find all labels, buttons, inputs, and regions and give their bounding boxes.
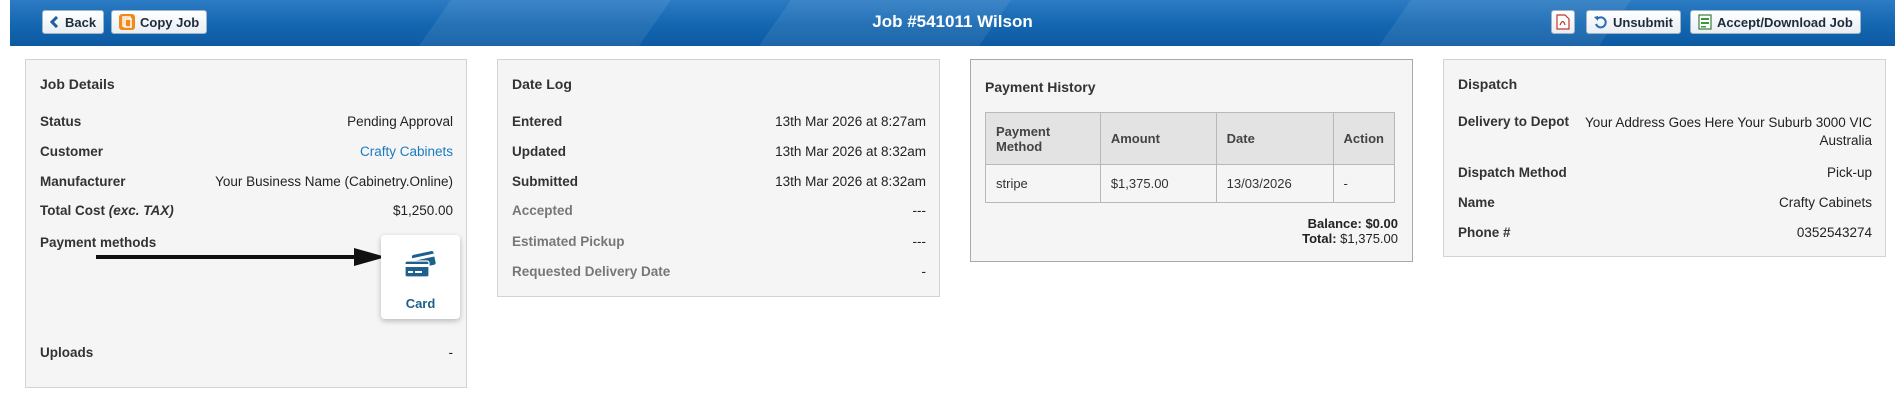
uploads-value: - (448, 345, 454, 360)
total-cost-tax-note: (exc. TAX) (108, 203, 174, 218)
entered-value: 13th Mar 2026 at 8:27am (775, 114, 926, 129)
table-header-row: Payment Method Amount Date Action (985, 112, 1396, 165)
card-label: Card (405, 296, 436, 311)
chevron-left-icon (50, 16, 60, 28)
entered-row: Entered 13th Mar 2026 at 8:27am (512, 114, 926, 132)
customer-row: Customer Crafty Cabinets (40, 144, 453, 162)
dispatch-panel: Dispatch Delivery to Depot Your Address … (1443, 59, 1886, 257)
payment-history-table: Payment Method Amount Date Action stripe… (985, 112, 1396, 203)
total-cost-row: Total Cost (exc. TAX) $1,250.00 (40, 203, 453, 221)
payment-history-title: Payment History (985, 79, 1096, 95)
manufacturer-value: Your Business Name (Cabinetry.Online) (215, 174, 453, 189)
date-log-panel: Date Log Entered 13th Mar 2026 at 8:27am… (497, 59, 940, 297)
total-cost-label-text: Total Cost (40, 203, 105, 218)
submitted-row: Submitted 13th Mar 2026 at 8:32am (512, 174, 926, 192)
accepted-row: Accepted --- (512, 203, 926, 221)
accepted-value: --- (912, 203, 927, 218)
date-cell: 13/03/2026 (1215, 164, 1334, 203)
total-cost-label: Total Cost (exc. TAX) (40, 203, 174, 218)
date-log-title: Date Log (512, 76, 572, 92)
accepted-label: Accepted (512, 203, 573, 218)
column-header-payment-method: Payment Method (985, 112, 1101, 165)
table-row: stripe $1,375.00 13/03/2026 - (985, 164, 1396, 203)
total-label: Total: (1302, 231, 1337, 246)
phone-value: 0352543274 (1796, 225, 1872, 240)
credit-card-icon (403, 251, 437, 284)
requested-delivery-label: Requested Delivery Date (512, 264, 671, 279)
updated-row: Updated 13th Mar 2026 at 8:32am (512, 144, 926, 162)
uploads-row: Uploads - (40, 345, 453, 363)
pdf-icon (1556, 14, 1570, 30)
dispatch-method-label: Dispatch Method (1458, 165, 1567, 180)
manufacturer-row: Manufacturer Your Business Name (Cabinet… (40, 174, 453, 192)
status-value: Pending Approval (347, 114, 453, 129)
copy-icon (119, 14, 135, 30)
column-header-action: Action (1332, 112, 1396, 165)
job-details-title: Job Details (40, 76, 115, 92)
pdf-button[interactable] (1551, 10, 1575, 34)
updated-value: 13th Mar 2026 at 8:32am (775, 144, 926, 159)
copy-job-label: Copy Job (140, 14, 200, 30)
spreadsheet-icon (1698, 14, 1712, 30)
status-label: Status (40, 114, 82, 129)
back-label: Back (65, 14, 97, 30)
unsubmit-button[interactable]: Unsubmit (1586, 10, 1681, 34)
undo-icon (1594, 15, 1608, 29)
delivery-address-line2: Australia (1819, 133, 1872, 148)
payment-method-card[interactable]: Card (381, 235, 460, 319)
delivery-address-line1: Your Address Goes Here Your Suburb 3000 … (1585, 115, 1872, 130)
status-row: Status Pending Approval (40, 114, 453, 132)
accept-download-button[interactable]: Accept/Download Job (1690, 10, 1861, 34)
name-row: Name Crafty Cabinets (1458, 195, 1872, 213)
total-value: $1,375.00 (1340, 231, 1398, 246)
delivery-label: Delivery to Depot (1458, 114, 1570, 129)
uploads-label: Uploads (40, 345, 94, 360)
phone-label: Phone # (1458, 225, 1511, 240)
payment-history-panel: Payment History Payment Method Amount Da… (970, 59, 1413, 262)
submitted-label: Submitted (512, 174, 578, 189)
top-bar: Job #541011 Wilson Back Copy Job Unsubmi… (10, 0, 1895, 46)
column-header-date: Date (1215, 112, 1334, 165)
name-value: Crafty Cabinets (1778, 195, 1872, 210)
updated-label: Updated (512, 144, 566, 159)
entered-label: Entered (512, 114, 563, 129)
requested-delivery-row: Requested Delivery Date - (512, 264, 926, 282)
column-header-amount: Amount (1099, 112, 1217, 165)
delivery-address: Your Address Goes Here Your Suburb 3000 … (1585, 114, 1872, 150)
total-line: Total: $1,375.00 (1302, 231, 1398, 246)
copy-job-button[interactable]: Copy Job (111, 10, 208, 34)
delivery-row: Delivery to Depot Your Address Goes Here… (1458, 114, 1872, 150)
estimated-pickup-value: --- (912, 234, 927, 249)
name-label: Name (1458, 195, 1495, 210)
estimated-pickup-label: Estimated Pickup (512, 234, 625, 249)
unsubmit-label: Unsubmit (1613, 14, 1673, 30)
action-cell: - (1332, 164, 1396, 203)
dispatch-title: Dispatch (1458, 76, 1518, 92)
submitted-value: 13th Mar 2026 at 8:32am (775, 174, 926, 189)
dispatch-method-row: Dispatch Method Pick-up (1458, 165, 1872, 183)
balance-value: $0.00 (1365, 216, 1398, 231)
estimated-pickup-row: Estimated Pickup --- (512, 234, 926, 252)
balance-line: Balance: $0.00 (1308, 216, 1398, 231)
requested-delivery-value: - (921, 264, 927, 279)
manufacturer-label: Manufacturer (40, 174, 126, 189)
dispatch-method-value: Pick-up (1826, 165, 1872, 180)
arrow-annotation-icon (96, 248, 386, 266)
amount-cell: $1,375.00 (1099, 164, 1217, 203)
phone-row: Phone # 0352543274 (1458, 225, 1872, 243)
back-button[interactable]: Back (42, 10, 105, 34)
balance-label: Balance: (1307, 216, 1362, 231)
total-cost-value: $1,250.00 (392, 203, 453, 218)
payment-method-cell: stripe (985, 164, 1101, 203)
customer-label: Customer (40, 144, 104, 159)
customer-link[interactable]: Crafty Cabinets (360, 144, 453, 159)
job-details-panel: Job Details Status Pending Approval Cust… (25, 59, 467, 388)
accept-download-label: Accept/Download Job (1717, 14, 1853, 30)
